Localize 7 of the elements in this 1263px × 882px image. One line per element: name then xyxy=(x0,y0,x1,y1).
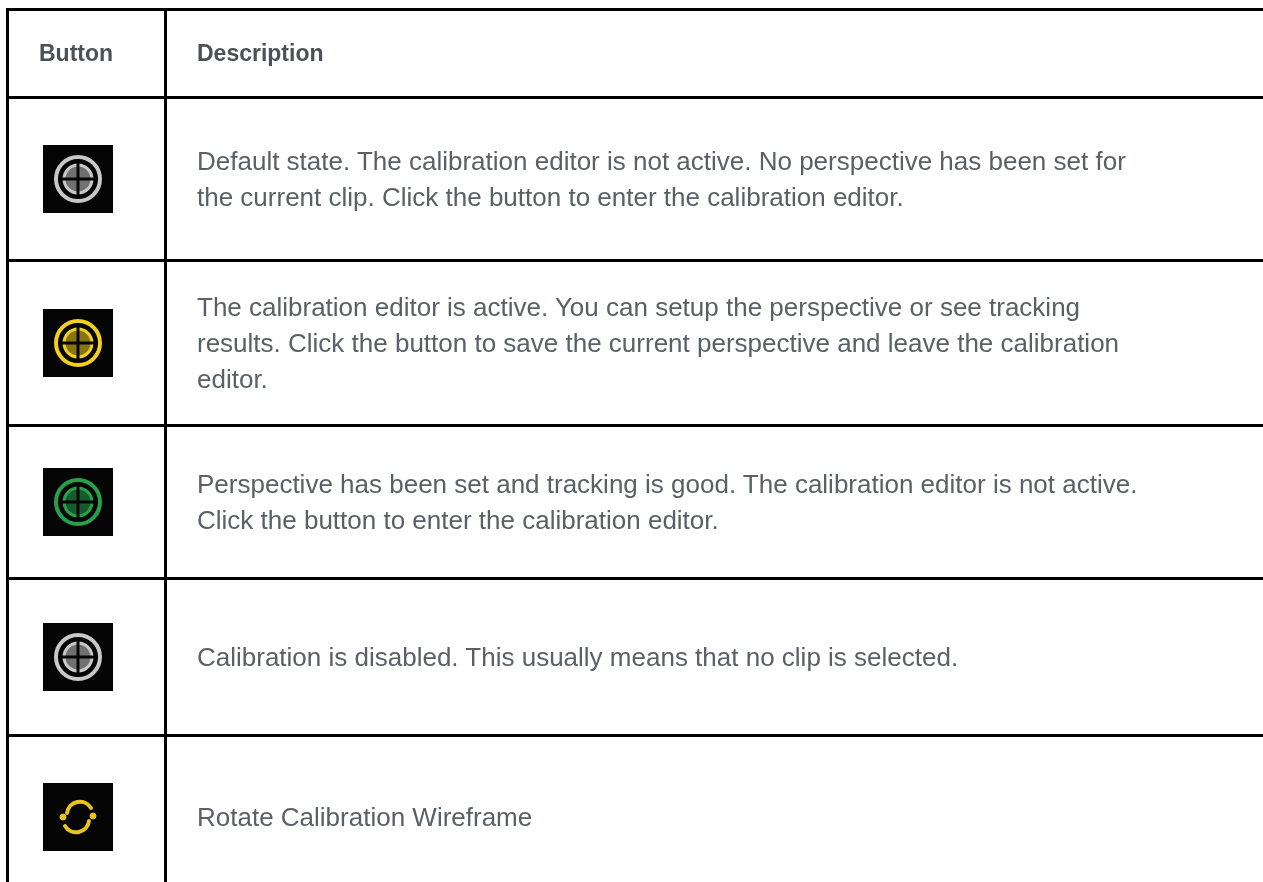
description-text: Calibration is disabled. This usually means that no clip is selected. xyxy=(197,641,959,674)
column-header: Button xyxy=(39,39,114,69)
column-header: Description xyxy=(197,39,324,69)
description-text: The calibration editor is active. You can setup the perspective or see tracking results. Click the button to save the current perspective and leave the calibration editor. xyxy=(197,291,1121,396)
description-text: Perspective has been set and tracking is good. The calibration editor is not active. Click the button to enter the calibration editor. xyxy=(197,468,1139,537)
description-text: Rotate Calibration Wireframe xyxy=(197,801,533,834)
description-text: Default state. The calibration editor is not active. No perspective has been set for the current clip. Click the button to enter the calibration editor. xyxy=(197,145,1127,214)
